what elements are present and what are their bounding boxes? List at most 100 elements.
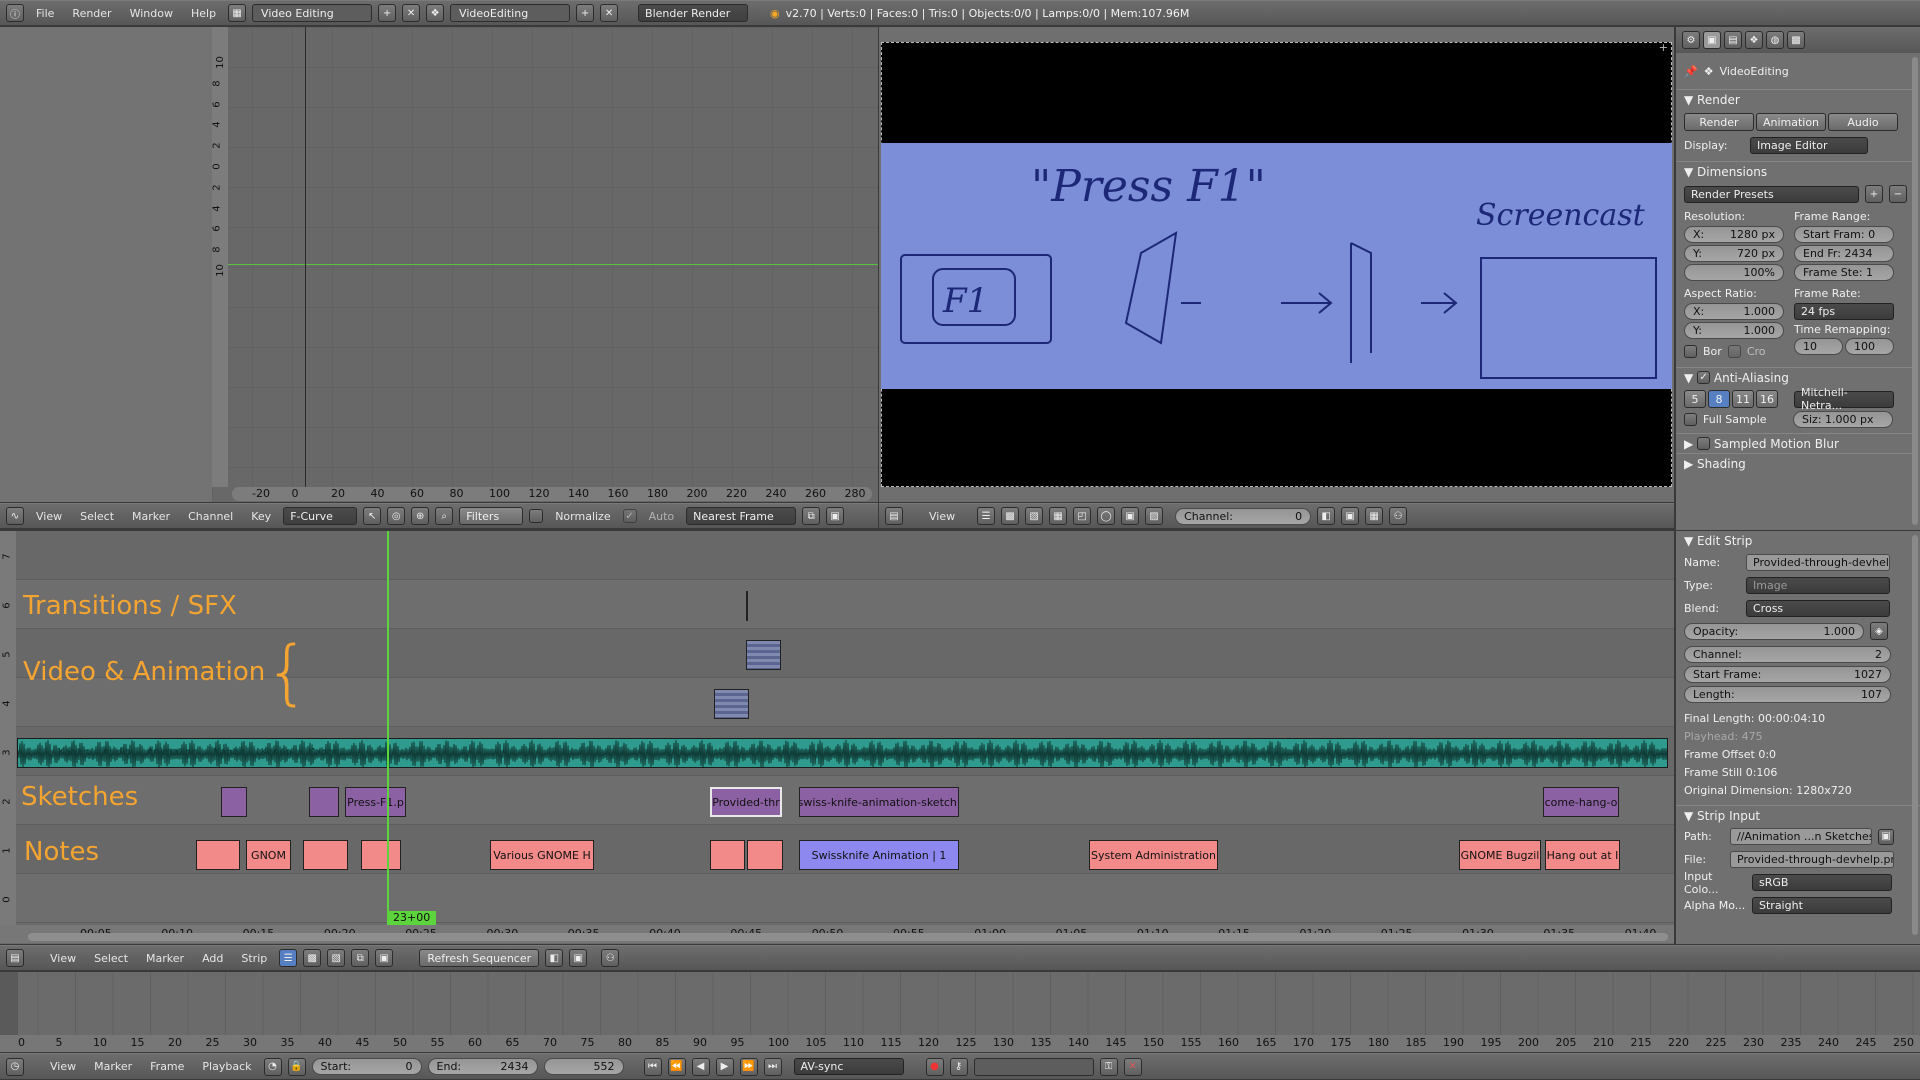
tl-menu-marker[interactable]: Marker	[88, 1060, 138, 1073]
alpha-mode-select[interactable]: Straight	[1752, 897, 1892, 914]
seq-menu-marker[interactable]: Marker	[140, 952, 190, 965]
audio-strip[interactable]: Kanon-...Audio ... Animation ... Kanon .…	[17, 738, 1668, 768]
render-engine-select[interactable]: Blender Render	[638, 4, 749, 22]
graph-menu-view[interactable]: View	[30, 510, 68, 523]
full-sample-checkbox[interactable]	[1684, 412, 1697, 426]
refresh-sequencer-button[interactable]: Refresh Sequencer	[419, 949, 540, 967]
preview-editor-type-icon[interactable]: ▤	[885, 507, 903, 525]
sketch-strip[interactable]: Provided-thr	[710, 787, 782, 817]
remove-preset-icon[interactable]: −	[1889, 185, 1907, 203]
graph-menu-key[interactable]: Key	[245, 510, 277, 523]
auto-checkbox[interactable]: ✓	[622, 509, 637, 523]
sketch-strip[interactable]: come-hang-o	[1543, 787, 1619, 817]
strip-properties[interactable]: ▼ Edit Strip Name: Provided-through-devhe…	[1675, 531, 1920, 944]
preview-range-icon[interactable]: ◔	[263, 1057, 282, 1076]
remap-old-field[interactable]: 10	[1794, 338, 1843, 355]
info-editor-icon[interactable]: ⓘ	[6, 4, 24, 22]
render-button[interactable]: Render	[1684, 113, 1754, 131]
preview-display-icon-3[interactable]: ◯	[1097, 507, 1116, 525]
graph-editor[interactable]: 10 8 6 4 2 0 2 4 6 8 10 -20 0 20 40 60 80 100 120 140 160 18…	[0, 27, 878, 502]
graph-mode-select[interactable]: F-Curve	[283, 507, 358, 525]
display-select[interactable]: Image Editor	[1750, 136, 1868, 154]
strip-channel-field[interactable]: Channel: 2	[1684, 646, 1891, 663]
crop-checkbox[interactable]	[1727, 344, 1741, 358]
path-browse-icon[interactable]: ▣	[1878, 828, 1894, 845]
seq-menu-strip[interactable]: Strip	[235, 952, 273, 965]
seq-overlay-icon[interactable]: ▣	[375, 949, 394, 967]
preview-mode-icon-2[interactable]: ▩	[1001, 507, 1020, 525]
seq-view-preview-icon[interactable]: ▩	[303, 949, 322, 967]
aspect-y-field[interactable]: Y: 1.000	[1684, 322, 1784, 339]
playhead-line[interactable]	[387, 531, 389, 921]
note-strip[interactable]	[747, 840, 783, 870]
strip-blend-select[interactable]: Cross	[1746, 600, 1890, 617]
seq-menu-add[interactable]: Add	[196, 952, 229, 965]
preview-corner-icon[interactable]: +	[1659, 41, 1668, 54]
sequencer-editor-type-icon[interactable]: ▤	[6, 949, 24, 967]
tab-world-icon[interactable]: ◍	[1766, 31, 1784, 49]
jump-end-icon[interactable]: ⏭	[763, 1057, 782, 1076]
sequencer-preview[interactable]: "Press F1" Screencast F1 +	[879, 27, 1674, 502]
aa-samples-16[interactable]: 16	[1756, 390, 1778, 408]
preview-menu-view[interactable]: View	[923, 510, 961, 523]
tab-layers-icon[interactable]: ▤	[1724, 31, 1742, 49]
play-reverse-icon[interactable]: ◀	[691, 1057, 710, 1076]
animation-button[interactable]: Animation	[1756, 113, 1826, 131]
seq-menu-view[interactable]: View	[44, 952, 82, 965]
tl-menu-playback[interactable]: Playback	[196, 1060, 257, 1073]
strip-path-field[interactable]: //Animation ...n Sketches/	[1730, 828, 1872, 845]
graph-filters-button[interactable]: Filters	[459, 507, 524, 525]
strip-name-field[interactable]: Provided-through-devhel...	[1746, 554, 1890, 571]
seq-view-both-icon[interactable]: ▧	[327, 949, 346, 967]
graph-cursor-icon[interactable]: ↖	[363, 507, 382, 525]
seq-paste-icon[interactable]: ▣	[569, 949, 588, 967]
note-strip[interactable]	[361, 840, 401, 870]
border-checkbox[interactable]	[1684, 344, 1697, 358]
seq-copy-icon[interactable]: ◧	[545, 949, 564, 967]
video-strip-2[interactable]	[714, 689, 749, 719]
graph-zoom-icon[interactable]: ⌕	[435, 507, 454, 525]
lock-range-icon[interactable]: 🔒	[287, 1057, 306, 1076]
resolution-y-field[interactable]: Y: 720 px	[1684, 245, 1784, 262]
audio-button[interactable]: Audio	[1828, 113, 1898, 131]
anti-aliasing-panel-header[interactable]: ▼ ✓ Anti-Aliasing	[1676, 367, 1916, 387]
properties-editor[interactable]: ⚙ ▣ ▤ ❖ ◍ ▩ 📌 ❖ VideoEditing ▼ Render Re…	[1675, 27, 1920, 530]
delete-keyframe-icon[interactable]: ✕	[1123, 1057, 1142, 1076]
tl-menu-frame[interactable]: Frame	[144, 1060, 190, 1073]
current-frame-input[interactable]: 552	[543, 1058, 624, 1075]
properties-scrollbar[interactable]	[1912, 57, 1918, 525]
seq-menu-select[interactable]: Select	[88, 952, 134, 965]
add-scene-icon[interactable]: +	[576, 4, 595, 22]
insert-keyframe-icon[interactable]: ⚿	[1099, 1057, 1118, 1076]
preview-display-icon-5[interactable]: ▨	[1145, 507, 1164, 525]
aa-samples-8[interactable]: 8	[1708, 390, 1730, 408]
seq-view-sequencer-icon[interactable]: ☰	[279, 949, 298, 967]
aa-samples-5[interactable]: 5	[1684, 390, 1706, 408]
frame-step-field[interactable]: Frame Ste: 1	[1794, 264, 1894, 281]
scene-icon[interactable]: ❖	[426, 4, 445, 22]
timeline[interactable]: 0 5 10 15 20 25 30 35 40 45 50 55 60 65 70 75 80 85 90 95 10…	[0, 972, 1920, 1052]
sketch-strip[interactable]	[309, 787, 339, 817]
sketch-strip[interactable]: Press-F1.p	[345, 787, 406, 817]
edit-strip-panel-header[interactable]: ▼ Edit Strip	[1676, 531, 1920, 551]
keying-set-icon[interactable]: ⚷	[949, 1057, 968, 1076]
play-icon[interactable]: ▶	[715, 1057, 734, 1076]
motion-blur-checkbox[interactable]	[1697, 437, 1711, 450]
motion-blur-panel-header[interactable]: ▶ Sampled Motion Blur	[1676, 433, 1916, 453]
end-frame-field[interactable]: End Fr: 2434	[1794, 245, 1894, 262]
add-layout-icon[interactable]: +	[378, 4, 397, 22]
menu-file[interactable]: File	[30, 7, 60, 20]
note-strip[interactable]: Hang out at I	[1545, 840, 1620, 870]
pin-icon[interactable]: 📌	[1684, 65, 1698, 78]
graph-menu-channel[interactable]: Channel	[182, 510, 239, 523]
strip-file-field[interactable]: Provided-through-devhelp.png	[1730, 851, 1894, 868]
note-strip[interactable]: Various GNOME H	[490, 840, 594, 870]
graph-copy-icon[interactable]: ⧉	[802, 507, 821, 525]
graph-editor-type-icon[interactable]: ∿	[6, 507, 24, 525]
graph-ghost-icon[interactable]: ◎	[387, 507, 406, 525]
end-frame-input[interactable]: End: 2434	[427, 1058, 538, 1075]
sequencer-strips[interactable]: 7 6 5 4 3 2 1 0 Transitions / SFX Video & Anima…	[0, 531, 1674, 944]
preview-mode-icon-1[interactable]: ☰	[977, 507, 996, 525]
resolution-x-field[interactable]: X: 1280 px	[1684, 226, 1784, 243]
menu-help[interactable]: Help	[185, 7, 222, 20]
